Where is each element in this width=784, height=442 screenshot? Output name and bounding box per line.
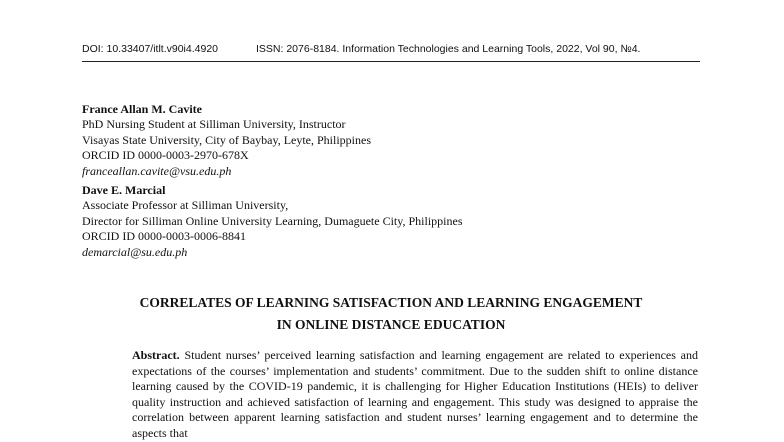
author-affiliation: Director for Silliman Online University …	[82, 213, 463, 228]
author-affiliation: Visayas State University, City of Baybay…	[82, 132, 372, 147]
header-rule	[82, 61, 700, 62]
author-orcid: ORCID ID 0000-0003-2970-678X	[82, 148, 249, 163]
issn-citation: ISSN: 2076-8184. Information Technologie…	[256, 43, 641, 55]
abstract-text: Student nurses’ perceived learning satis…	[132, 348, 699, 440]
title-line: CORRELATES OF LEARNING SATISFACTION AND …	[139, 295, 643, 310]
author-affiliation: Associate Professor at Silliman Universi…	[82, 198, 289, 213]
author-block: Dave E. Marcial Associate Professor at S…	[82, 183, 462, 260]
author-block: France Allan M. Cavite PhD Nursing Stude…	[82, 102, 371, 179]
author-email[interactable]: franceallan.cavite@vsu.edu.ph	[82, 164, 371, 179]
abstract-label: Abstract.	[132, 348, 180, 362]
running-header: DOI: 10.33407/itlt.v90i4.4920 ISSN: 2076…	[82, 43, 700, 55]
paper-title: CORRELATES OF LEARNING SATISFACTION AND …	[82, 292, 700, 336]
doi: DOI: 10.33407/itlt.v90i4.4920	[82, 43, 219, 55]
author-affiliation: PhD Nursing Student at Silliman Universi…	[82, 117, 346, 132]
author-name: Dave E. Marcial	[82, 183, 166, 197]
abstract: Abstract. Student nurses’ perceived lear…	[132, 348, 698, 442]
title-line: IN ONLINE DISTANCE EDUCATION	[276, 317, 506, 332]
author-name: France Allan M. Cavite	[82, 102, 202, 116]
author-email[interactable]: demarcial@su.edu.ph	[82, 245, 462, 260]
author-orcid: ORCID ID 0000-0003-0006-8841	[82, 229, 246, 244]
